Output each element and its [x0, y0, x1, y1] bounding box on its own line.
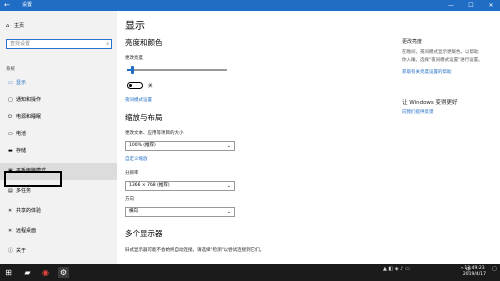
chevron-down-icon: ⌄	[226, 143, 231, 149]
help-text-2: 你入睡。选择"夜间模式设置"进行设置。	[402, 58, 483, 63]
night-light-settings-link[interactable]: 夜间模式设置	[125, 97, 152, 103]
chevron-down-icon: ⌄	[226, 183, 231, 189]
brightness-help-link[interactable]: 获取有关亮度设置的帮助	[402, 69, 452, 75]
resolution-dropdown[interactable]: 1366 × 768 (推荐) ⌄	[125, 181, 235, 191]
file-explorer-icon[interactable]: ▰	[22, 267, 33, 278]
start-windows-icon[interactable]: ⊞	[3, 267, 14, 278]
info-icon: ⓘ	[8, 248, 14, 254]
notification-icon: ▢	[8, 97, 13, 103]
help-heading: 更改亮度	[402, 39, 423, 45]
chrome-icon[interactable]: ◉	[40, 267, 51, 278]
brightness-slider-thumb[interactable]	[131, 66, 134, 74]
multiple-displays-heading: 多个显示器	[125, 229, 163, 238]
sidebar: ⌂ 主页 查找设置 ⌕ 系统 ▭ 显示 ▢ 通知和操作 ⏻ 电源和睡眠 ▭ 电池 ▬ 存储 …	[0, 11, 117, 264]
page-title: 显示	[125, 21, 145, 32]
scale-label: 更改文本、应用等项目的大小	[125, 131, 184, 136]
section-label: 系统	[6, 67, 15, 72]
power-icon: ⏻	[8, 114, 12, 120]
sidebar-item-battery[interactable]: ▭ 电池	[0, 126, 117, 143]
scale-dropdown[interactable]: 100% (推荐) ⌄	[125, 141, 235, 151]
maximize-button[interactable]: ☐	[464, 0, 478, 11]
help-text-1: 在晚间，夜间模式显示更暖色，以帮助	[402, 50, 479, 55]
home-label: 主页	[14, 23, 25, 29]
custom-scale-link[interactable]: 自定义缩放	[125, 156, 148, 162]
search-icon[interactable]: ⌕	[106, 40, 109, 48]
title-bar: ← 设置 — ☐ ✕	[0, 0, 500, 11]
feedback-link[interactable]: 向我们提供反馈	[402, 109, 434, 115]
storage-icon: ▬	[8, 148, 13, 154]
back-arrow-icon[interactable]: ←	[4, 0, 10, 11]
home-icon: ⌂	[6, 23, 10, 29]
share-icon: ✕	[8, 208, 13, 214]
main-content: 显示 亮度和颜色 更改亮度 关 夜间模式设置 缩放与布局 更改文本、应用等项目的…	[117, 11, 500, 264]
sidebar-item-notifications[interactable]: ▢ 通知和操作	[0, 92, 117, 109]
chevron-down-icon: ⌄	[226, 209, 231, 215]
night-light-state: 关	[148, 84, 153, 89]
brightness-label: 更改亮度	[125, 56, 143, 61]
sidebar-item-storage[interactable]: ▬ 存储	[0, 143, 117, 160]
sidebar-item-power[interactable]: ⏻ 电源和睡眠	[0, 109, 117, 126]
remote-icon: ✕	[8, 228, 13, 234]
resolution-label: 分辨率	[125, 171, 139, 176]
sidebar-item-remote-desktop[interactable]: ✕ 远程桌面	[0, 223, 117, 240]
clock[interactable]: 13:49:23 2019/4/17	[463, 266, 486, 278]
brightness-heading: 亮度和颜色	[125, 38, 163, 47]
improve-heading: 让 Windows 变得更好	[402, 100, 458, 106]
orientation-label: 方向	[125, 197, 134, 202]
multiple-displays-text: 旧式显示器可能不会始终自动连接。请选择"检测"以尝试连接到它们。	[125, 248, 265, 253]
scale-heading: 缩放与布局	[125, 113, 163, 122]
clock-date: 2019/4/17	[462, 272, 486, 277]
brightness-slider[interactable]	[127, 66, 227, 74]
search-placeholder: 查找设置	[10, 41, 31, 47]
night-light-toggle[interactable]	[127, 82, 143, 89]
highlight-annotation-box	[4, 171, 62, 187]
window-title: 设置	[22, 2, 33, 8]
close-button[interactable]: ✕	[484, 0, 498, 11]
settings-gear-icon[interactable]: ⚙	[58, 267, 69, 278]
home-link[interactable]: ⌂ 主页	[6, 22, 24, 29]
sidebar-item-about[interactable]: ⓘ 关于	[0, 243, 117, 260]
sidebar-item-shared-experiences[interactable]: ✕ 共享的体验	[0, 203, 117, 220]
battery-icon: ▭	[8, 131, 13, 137]
sidebar-item-display[interactable]: ▭ 显示	[0, 75, 117, 92]
toggle-knob	[129, 84, 132, 87]
orientation-dropdown[interactable]: 横向 ⌄	[125, 207, 235, 217]
tray-icons[interactable]: ▲ ◧ ◈ ♪ ▭	[383, 266, 410, 272]
notification-center-icon[interactable]: ▢	[492, 266, 497, 272]
display-icon: ▭	[8, 80, 13, 86]
minimize-button[interactable]: —	[444, 0, 458, 11]
search-input[interactable]: 查找设置 ⌕	[6, 39, 112, 49]
taskbar: ⊞ ▰ ◉ ⚙ ▲ ◧ ◈ ♪ ▭ ^ 中 13:49:23 2019/4/17…	[0, 264, 500, 281]
